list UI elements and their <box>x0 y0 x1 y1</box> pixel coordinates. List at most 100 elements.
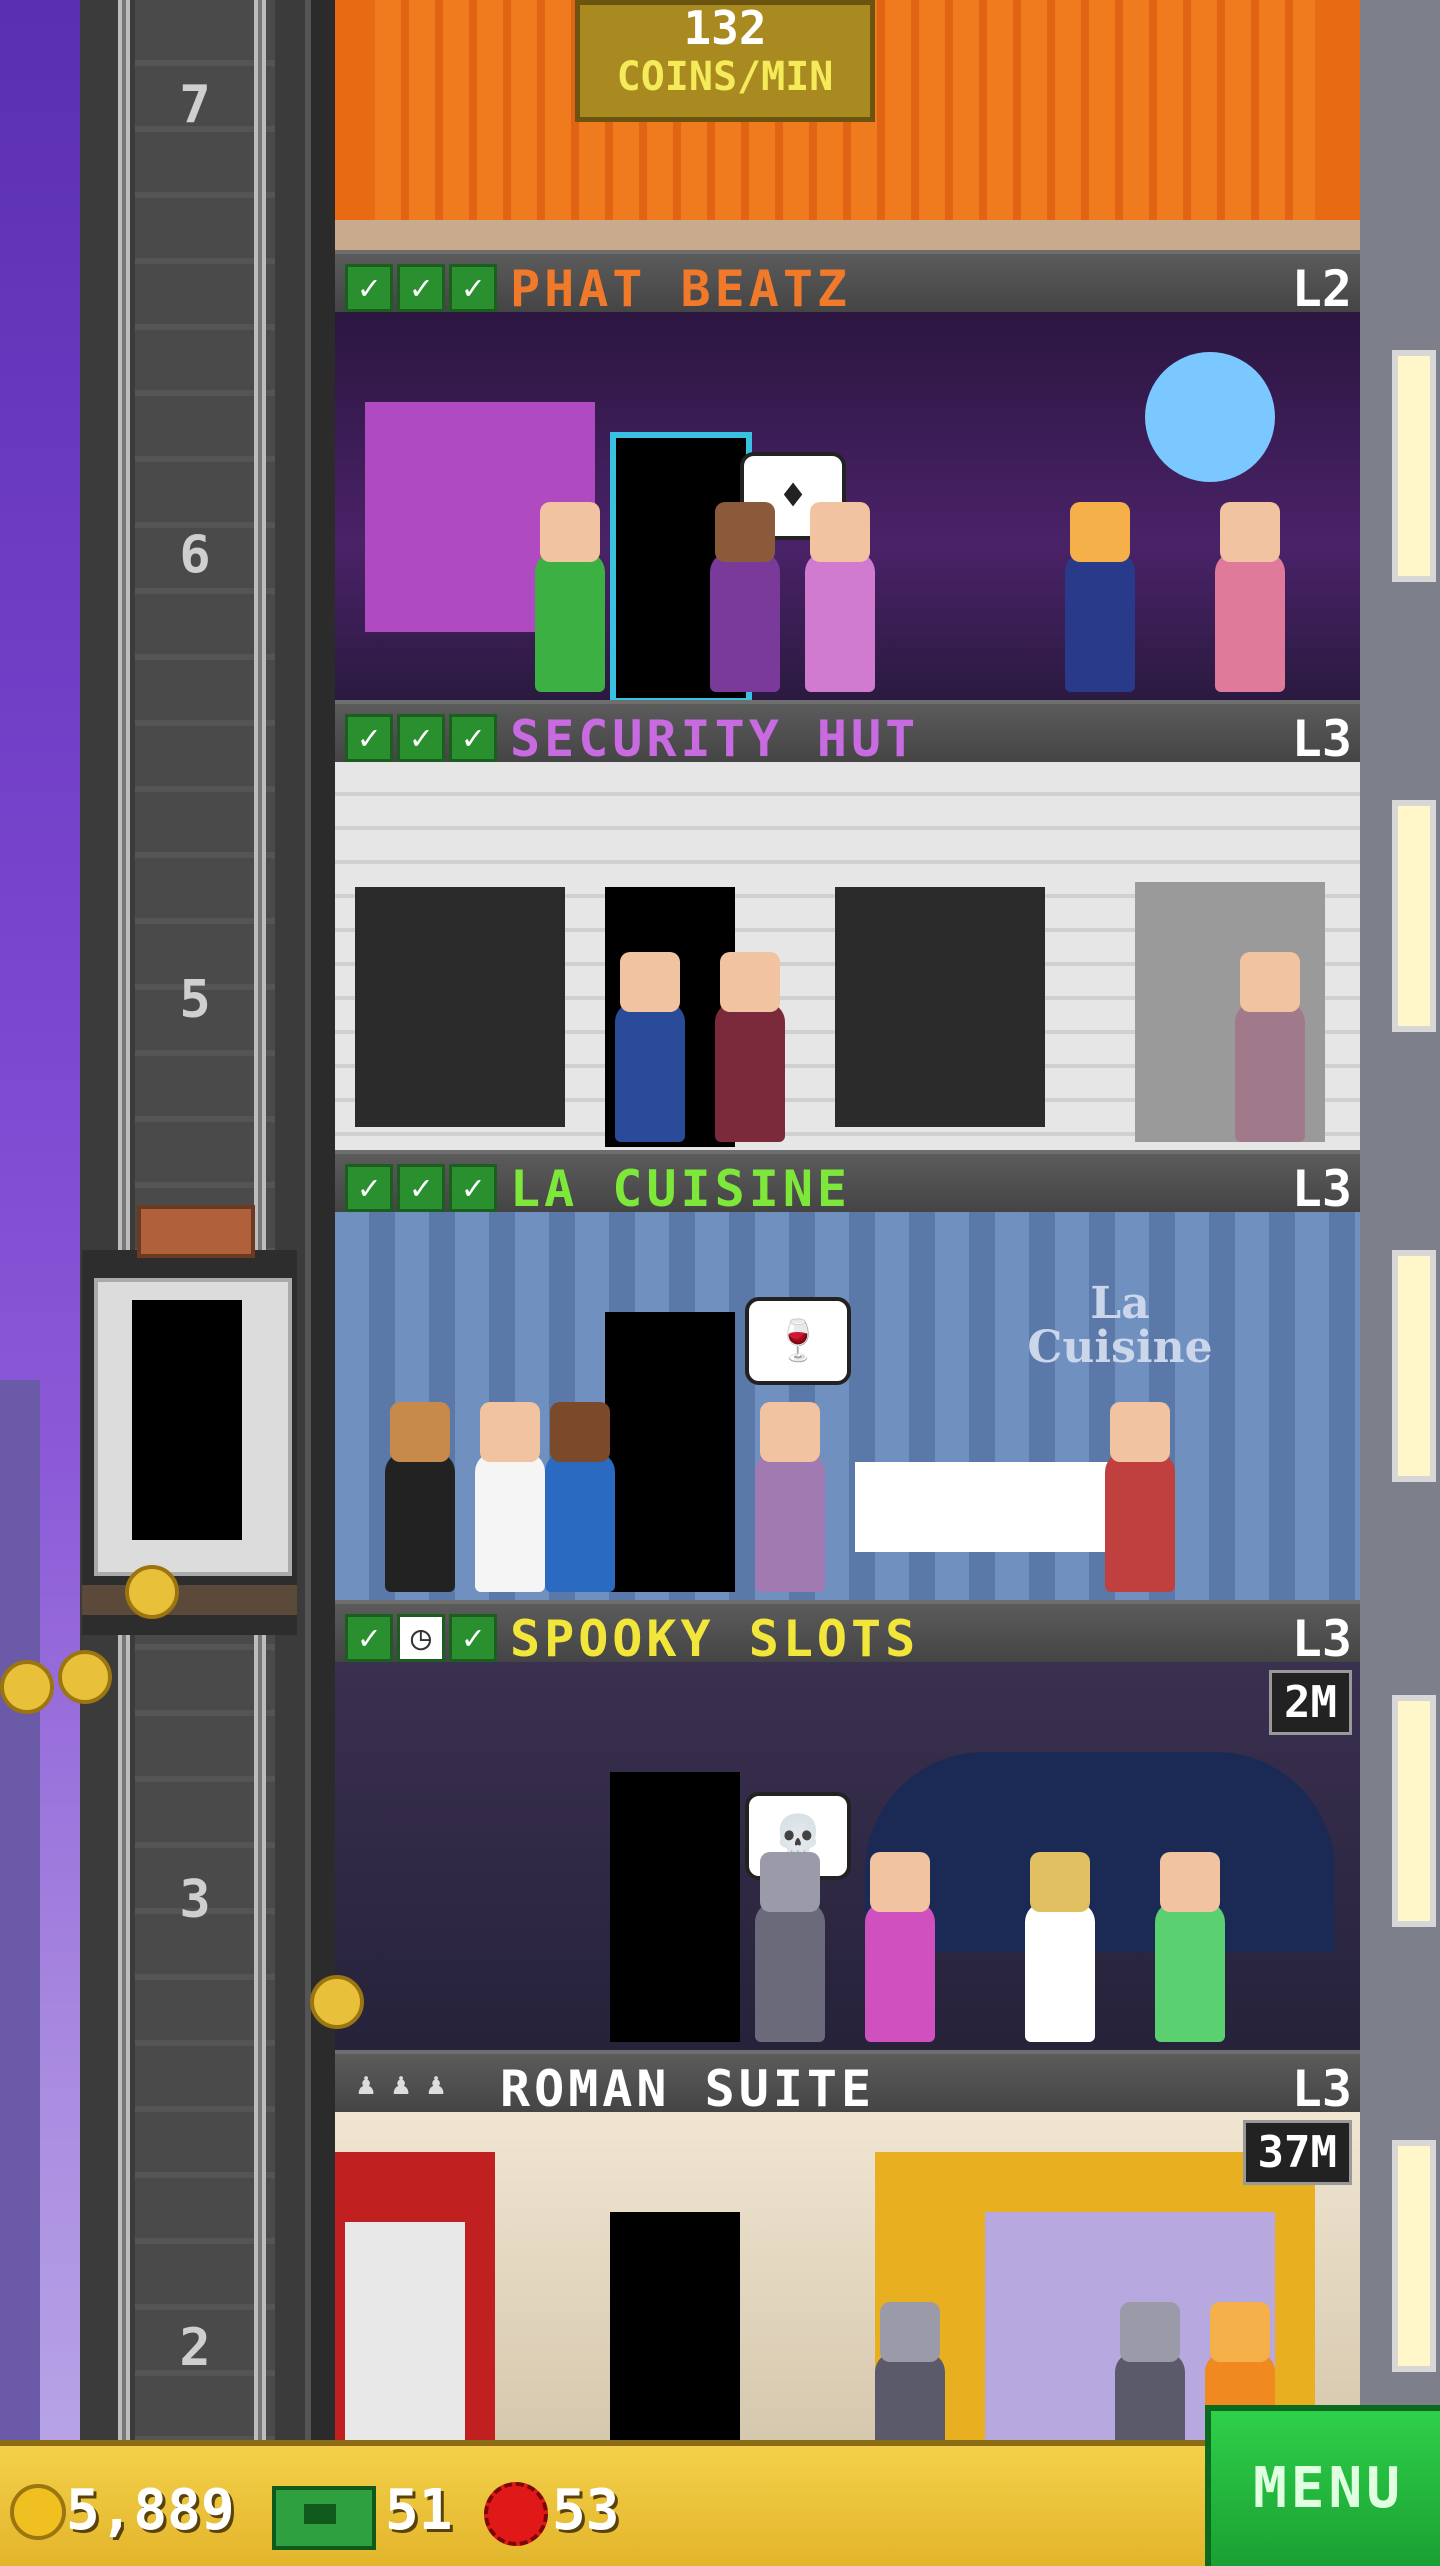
floor-name: LA CUISINE <box>510 1160 852 1218</box>
check-icon: ✓ <box>449 1164 497 1212</box>
tower-bux-icon <box>272 2486 376 2550</box>
chef[interactable] <box>475 1402 545 1592</box>
bitizen[interactable] <box>1065 502 1135 692</box>
wall-light <box>1392 1250 1436 1482</box>
floor-security-hut[interactable]: ✓ ✓ ✓ SECURITY HUT L3 <box>335 700 1360 1150</box>
floor-level: L3 <box>1291 1610 1352 1668</box>
speech-bubble: 🍷 <box>745 1297 851 1385</box>
elevator-car[interactable] <box>82 1205 297 1635</box>
wall-light <box>1392 350 1436 582</box>
security-console <box>835 887 1045 1127</box>
check-icon: ✓ <box>397 1164 445 1212</box>
elevator-base <box>82 1585 297 1615</box>
floor-la-cuisine[interactable]: ✓ ✓ ✓ LA CUISINE L3 La Cuisine 🍷 <box>335 1150 1360 1600</box>
floor-scene: La Cuisine 🍷 <box>335 1212 1360 1600</box>
floating-coin[interactable] <box>0 1660 54 1714</box>
restaurant-sign: La Cuisine <box>1027 1278 1213 1373</box>
check-icon: ✓ <box>397 264 445 312</box>
disco-ball <box>1145 352 1275 482</box>
bux-count: 51 <box>385 2478 453 2543</box>
zombie-bitizen[interactable] <box>755 1852 825 2042</box>
coin-icon <box>10 2484 66 2540</box>
floor-number-2: 2 <box>179 2318 211 2378</box>
room-door <box>610 2212 740 2440</box>
clock-icon: ◷ <box>397 1614 445 1662</box>
floor-roman-suite[interactable]: ♟ ♟ ♟ ROMAN SUITE L3 37M <box>335 2050 1360 2492</box>
check-icon: ✓ <box>345 714 393 762</box>
spooky-window <box>865 1752 1335 1952</box>
floor-level: L3 <box>1291 710 1352 768</box>
floating-coin[interactable] <box>310 1975 364 2029</box>
wall-light <box>1392 2140 1436 2372</box>
bitizen[interactable] <box>1105 1402 1175 1592</box>
check-icon: ✓ <box>449 1614 497 1662</box>
restock-timer: 2M <box>1269 1670 1352 1735</box>
floating-coin[interactable] <box>58 1650 112 1704</box>
floor-header: ✓ ✓ ✓ LA CUISINE L3 <box>335 1150 1360 1218</box>
check-icon: ✓ <box>345 1614 393 1662</box>
check-icon: ✓ <box>345 264 393 312</box>
security-console <box>355 887 565 1127</box>
bitizen[interactable] <box>1155 1852 1225 2042</box>
floor-phat-beatz[interactable]: ✓ ✓ ✓ PHAT BEATZ L2 ♦ <box>335 250 1360 704</box>
floor-scene: ♦ <box>335 312 1360 704</box>
bitizen[interactable] <box>1215 502 1285 692</box>
statue <box>345 2222 465 2440</box>
floor-number-5: 5 <box>179 970 211 1030</box>
check-icon: ✓ <box>449 264 497 312</box>
floor-header: ✓ ✓ ✓ PHAT BEATZ L2 <box>335 250 1360 318</box>
bitizen[interactable] <box>545 1402 615 1592</box>
floor-number-3: 3 <box>179 1870 211 1930</box>
elevator-rail-right <box>254 0 266 2440</box>
gem-icon <box>484 2482 548 2546</box>
wall-light <box>1392 800 1436 1032</box>
floor-level: L3 <box>1291 1160 1352 1218</box>
floor-number-6: 6 <box>179 525 211 585</box>
bitizen[interactable] <box>865 1852 935 2042</box>
floor-scene <box>335 2112 1360 2492</box>
bitizen[interactable] <box>805 502 875 692</box>
menu-button[interactable]: MENU <box>1205 2405 1440 2566</box>
person-icon: ♟ <box>426 2067 446 2102</box>
check-icon: ✓ <box>449 714 497 762</box>
floor-scene <box>335 762 1360 1150</box>
coins-per-minute-plaque: 132 COINS/MIN <box>575 0 875 122</box>
bitizen[interactable] <box>710 502 780 692</box>
floor-number-7: 7 <box>179 75 211 135</box>
bitizen[interactable] <box>715 952 785 1142</box>
check-icon: ✓ <box>345 1164 393 1212</box>
restock-timer: 37M <box>1242 2120 1352 2185</box>
coins-per-minute-unit: COINS/MIN <box>616 54 834 100</box>
room-door <box>610 1772 740 2042</box>
room-door <box>605 1312 735 1592</box>
floor-name: SPOOKY SLOTS <box>510 1610 920 1668</box>
city-silhouette <box>0 1380 40 2440</box>
bitizen[interactable] <box>1235 952 1305 1142</box>
floor-spooky-slots[interactable]: ✓ ◷ ✓ SPOOKY SLOTS L3 💀 2M <box>335 1600 1360 2050</box>
stage-floor <box>335 220 1360 250</box>
floor-level: L3 <box>1291 2060 1352 2118</box>
bitizen[interactable] <box>385 1402 455 1592</box>
floor-name: ROMAN SUITE <box>500 2060 876 2118</box>
bitizen[interactable] <box>755 1402 825 1592</box>
floor-scene: 💀 <box>335 1662 1360 2050</box>
slot-machine-bitizen[interactable] <box>1025 1852 1095 2042</box>
floor-name: PHAT BEATZ <box>510 260 852 318</box>
floating-coin[interactable] <box>125 1565 179 1619</box>
elevator-top <box>137 1205 255 1258</box>
dining-table <box>855 1462 1115 1552</box>
shaft-edge <box>305 0 339 2440</box>
elevator-door <box>132 1300 242 1540</box>
wall-light <box>1392 1695 1436 1927</box>
floor-name: SECURITY HUT <box>510 710 920 768</box>
floor-header: ♟ ♟ ♟ ROMAN SUITE L3 <box>335 2050 1360 2118</box>
floor-level: L2 <box>1291 260 1352 318</box>
coins-per-minute-value: 132 <box>683 1 767 55</box>
gem-count: 53 <box>552 2478 620 2543</box>
floor-header: ✓ ✓ ✓ SECURITY HUT L3 <box>335 700 1360 768</box>
floor-header: ✓ ◷ ✓ SPOOKY SLOTS L3 <box>335 1600 1360 1668</box>
security-guard[interactable] <box>615 952 685 1142</box>
check-icon: ✓ <box>397 714 445 762</box>
coin-count: 5,889 <box>66 2478 235 2543</box>
bitizen[interactable] <box>535 502 605 692</box>
